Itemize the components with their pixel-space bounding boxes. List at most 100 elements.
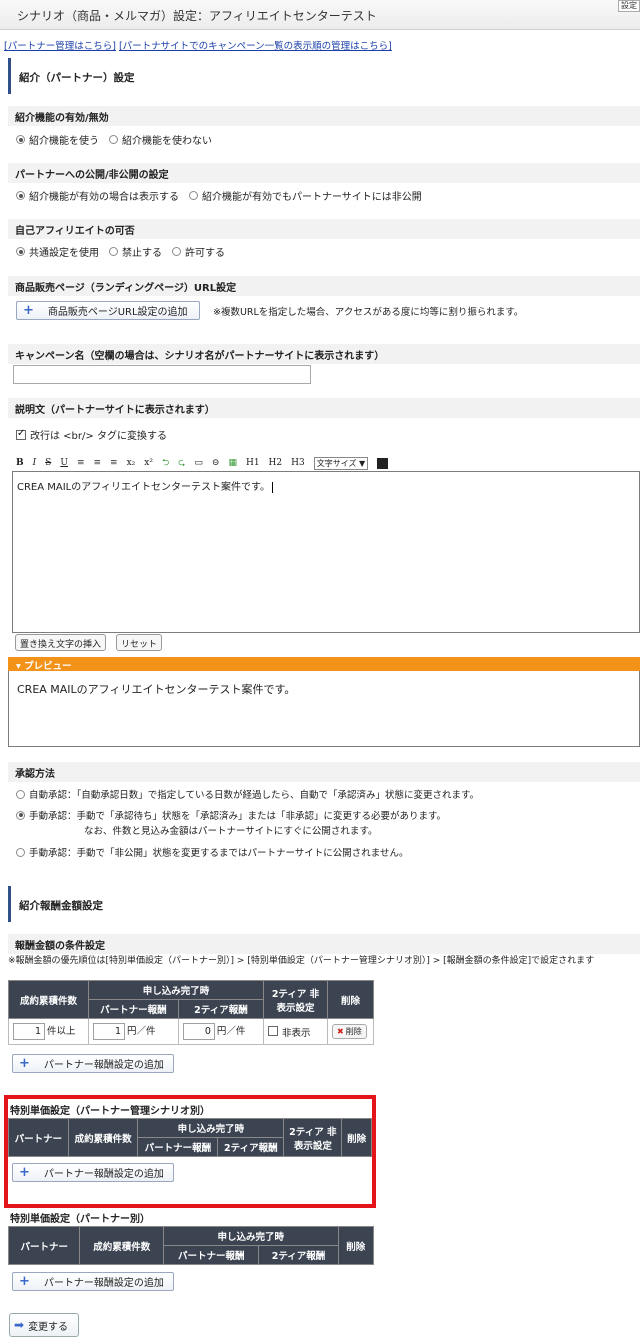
top-links: [パートナー管理はこちら] [パートナサイトでのキャンペーン一覧の表示順の管理は… — [4, 38, 392, 52]
hidden-label: 非表示 — [282, 1027, 311, 1039]
bold-icon[interactable]: B — [16, 458, 24, 468]
partner-reward-cell: 1 円／件 — [88, 1018, 179, 1045]
count-input[interactable]: 1 — [13, 1023, 45, 1040]
reset-button[interactable]: リセット — [116, 634, 163, 651]
subscript-icon[interactable]: x₂ — [127, 458, 136, 468]
br-convert-option[interactable]: 改行は <br/> タグに変換する — [16, 427, 167, 442]
radio-icon — [172, 247, 181, 256]
partner-header: パートナー — [7, 1226, 81, 1265]
underline-icon[interactable]: U — [60, 458, 68, 468]
publish-label: パートナーへの公開/非公開の設定 — [8, 163, 640, 183]
radio-label: 紹介機能を使わない — [122, 136, 212, 147]
radio-label: 手動承認：手動で「承認待ち」状態を「承認済み」または「非承認」に変更する必要があ… — [29, 811, 447, 822]
partner-reward-input[interactable]: 1 — [93, 1023, 125, 1040]
align-right-icon[interactable]: ≡ — [110, 458, 118, 468]
publish-hide-radio[interactable]: 紹介機能が有効でもパートナーサイトには非公開 — [189, 188, 422, 203]
count-cell: 1 件以上 — [8, 1018, 89, 1045]
description-label: 説明文（パートナーサイトに表示されます） — [8, 398, 640, 418]
add-landing-url-button[interactable]: + 商品販売ページURL設定の追加 — [16, 301, 200, 320]
insert-placeholder-button[interactable]: 置き換え文字の挿入 — [15, 634, 107, 651]
feature-off-radio[interactable]: 紹介機能を使わない — [109, 132, 212, 147]
button-label: 商品販売ページURL設定の追加 — [47, 307, 188, 318]
publish-show-radio[interactable]: 紹介機能が有効の場合は表示する — [16, 188, 179, 203]
italic-icon[interactable]: I — [33, 458, 37, 468]
hidden-cell[interactable]: 非表示 — [263, 1018, 328, 1045]
radio-label: 共通設定を使用 — [29, 248, 99, 259]
button-label: パートナー報酬設定の追加 — [43, 1060, 164, 1071]
add-special-partner-button[interactable]: + パートナー報酬設定の追加 — [12, 1272, 174, 1291]
checkbox-checked-icon — [16, 428, 26, 440]
delete-header: 削除 — [327, 980, 374, 1019]
hr-icon[interactable]: ▭ — [194, 458, 203, 468]
highlight-box — [4, 1095, 376, 1208]
landing-url-note: ※複数URLを指定した場合、アクセスがある度に均等に割り振られます。 — [213, 307, 524, 318]
self-affiliate-deny-radio[interactable]: 禁止する — [109, 244, 162, 259]
tier2-reward-header: 2ティア報酬 — [177, 999, 265, 1019]
self-affiliate-label: 自己アフィリエイトの可否 — [8, 219, 640, 239]
superscript-icon[interactable]: x² — [144, 458, 153, 468]
editor-content: CREA MAILのアフィリエイトセンターテスト案件です。 — [17, 482, 271, 493]
submit-button[interactable]: ➡ 変更する — [9, 1313, 79, 1337]
table-row: 1 件以上 1 円／件 0 円／件 非表示 ✖ 削除 — [8, 1018, 374, 1045]
reward-section-heading: 紹介報酬金額設定 — [8, 886, 640, 922]
radio-selected-icon — [16, 810, 25, 820]
self-affiliate-allow-radio[interactable]: 許可する — [172, 244, 225, 259]
reward-conditions-label: 報酬金額の条件設定 — [8, 934, 640, 954]
radio-label: 自動承認：「自動承認日数」で指定している日数が経過したら、自動で「承認済み」状態… — [29, 790, 480, 801]
page-title: シナリオ（商品・メルマガ）設定：アフィリエイトセンターテスト — [17, 9, 377, 23]
h1-icon[interactable]: H1 — [246, 458, 260, 468]
tier2-hidden-header: 2ティア 非表示設定 — [263, 980, 328, 1019]
plus-icon: + — [23, 302, 34, 318]
reward-suffix: 円／件 — [127, 1026, 156, 1037]
radio-icon — [16, 789, 25, 799]
link-icon[interactable]: ⊝ — [212, 458, 220, 468]
description-editor[interactable]: CREA MAILのアフィリエイトセンターテスト案件です。 — [12, 471, 640, 633]
font-size-select[interactable]: 文字サイズ ▼ — [313, 456, 369, 470]
radio-label: 紹介機能が有効でもパートナーサイトには非公開 — [202, 192, 422, 203]
approval-private-radio[interactable]: 手動承認：手動で「非公開」状態を変更するまではパートナーサイトに公開されません。 — [16, 845, 409, 859]
approval-label: 承認方法 — [8, 762, 640, 782]
campaign-name-input[interactable] — [13, 365, 311, 384]
count-header: 成約累積件数 — [79, 1226, 164, 1265]
approval-manual-note: なお、件数と見込み金額はパートナーサイトにすぐに公開されます。 — [84, 826, 378, 837]
radio-icon — [16, 847, 25, 857]
settings-button[interactable]: 設定 — [618, 0, 640, 12]
partner-reward-header: パートナー報酬 — [162, 1245, 260, 1265]
approval-manual-radio[interactable]: 手動承認：手動で「承認待ち」状態を「承認済み」または「非承認」に変更する必要があ… — [16, 808, 446, 822]
strike-icon[interactable]: S — [45, 458, 51, 468]
image-icon[interactable]: ▦ — [228, 458, 237, 468]
text-color-icon[interactable] — [377, 457, 389, 469]
tier2-reward-input[interactable]: 0 — [182, 1023, 215, 1040]
landing-url-label: 商品販売ページ（ランディングページ）URL設定 — [8, 276, 640, 296]
delete-cell: ✖ 削除 — [327, 1018, 374, 1045]
radio-label: 禁止する — [122, 248, 162, 259]
feature-on-radio[interactable]: 紹介機能を使う — [16, 132, 99, 147]
apply-header: 申し込み完了時 — [88, 980, 264, 1000]
preview-body: CREA MAILのアフィリエイトセンターテスト案件です。 — [8, 671, 640, 747]
h2-icon[interactable]: H2 — [269, 458, 283, 468]
radio-icon — [109, 247, 118, 256]
add-reward-button[interactable]: + パートナー報酬設定の追加 — [12, 1054, 174, 1073]
radio-icon — [109, 135, 118, 144]
editor-toolbar: B I S U ≡ ≡ ≡ x₂ x² ⮌ ⮎ ▭ ⊝ ▦ H1 H2 H3 文… — [16, 455, 397, 471]
campaign-name-label: キャンペーン名（空欄の場合は、シナリオ名がパートナーサイトに表示されます） — [8, 344, 640, 364]
tier2-reward-header: 2ティア報酬 — [258, 1245, 339, 1265]
campaign-order-link[interactable]: [パートナサイトでのキャンペーン一覧の表示順の管理はこちら] — [119, 41, 392, 52]
radio-label: 許可する — [185, 248, 225, 259]
radio-label: 紹介機能が有効の場合は表示する — [29, 192, 179, 203]
self-affiliate-default-radio[interactable]: 共通設定を使用 — [16, 244, 99, 259]
delete-button[interactable]: ✖ 削除 — [332, 1024, 367, 1039]
title-bar: シナリオ（商品・メルマガ）設定：アフィリエイトセンターテスト 設定 — [0, 0, 640, 30]
align-center-icon[interactable]: ≡ — [93, 458, 101, 468]
apply-header: 申し込み完了時 — [162, 1226, 339, 1246]
h3-icon[interactable]: H3 — [291, 458, 305, 468]
delete-label: 削除 — [345, 1027, 362, 1036]
align-left-icon[interactable]: ≡ — [77, 458, 85, 468]
publish-options: 紹介機能が有効の場合は表示する 紹介機能が有効でもパートナーサイトには非公開 — [16, 188, 432, 203]
partner-management-link[interactable]: [パートナー管理はこちら] — [4, 41, 116, 52]
preview-header[interactable]: ▾ プレビュー — [8, 657, 640, 672]
undo-icon[interactable]: ⮌ — [162, 455, 169, 471]
approval-auto-radio[interactable]: 自動承認：「自動承認日数」で指定している日数が経過したら、自動で「承認済み」状態… — [16, 787, 479, 801]
self-affiliate-options: 共通設定を使用 禁止する 許可する — [16, 244, 235, 259]
redo-icon[interactable]: ⮎ — [178, 455, 185, 471]
